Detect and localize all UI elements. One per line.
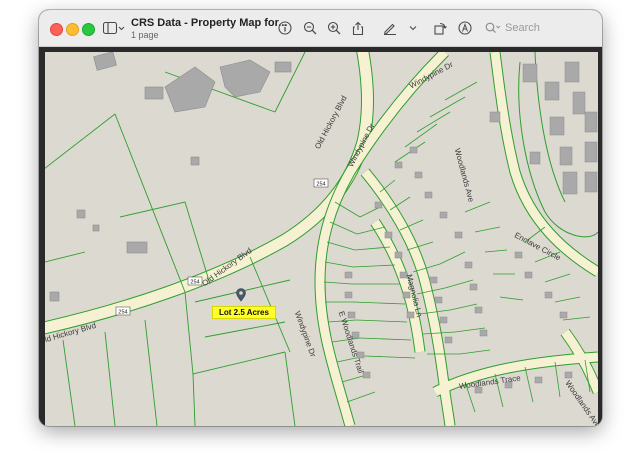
zoom-out-icon <box>303 21 317 35</box>
zoom-in-button[interactable] <box>326 19 342 37</box>
preview-window: CRS Data - Property Map for... 1 page Se… <box>39 10 602 426</box>
info-icon <box>278 21 292 35</box>
share-button[interactable] <box>350 19 366 37</box>
document-area[interactable]: 254 254 254 Old Hickory Blvd Old Hickory… <box>39 47 602 426</box>
search-field[interactable]: Search <box>485 19 595 37</box>
zoom-window-button[interactable] <box>82 23 95 36</box>
property-map[interactable]: 254 254 254 Old Hickory Blvd Old Hickory… <box>45 52 598 426</box>
rotate-icon <box>434 22 447 35</box>
route-shield-2: 254 <box>190 280 199 286</box>
annotate-button[interactable] <box>457 19 473 37</box>
sidebar-toggle-button[interactable] <box>101 19 127 37</box>
document-page-count: 1 page <box>131 30 159 40</box>
lot-highlight-label: Lot 2.5 Acres <box>212 306 276 319</box>
close-window-button[interactable] <box>50 23 63 36</box>
markup-circle-icon <box>458 21 472 35</box>
sidebar-icon <box>103 21 125 35</box>
document-title: CRS Data - Property Map for... <box>131 17 288 29</box>
markup-menu-button[interactable] <box>407 19 419 37</box>
pen-icon <box>384 23 396 35</box>
rotate-button[interactable] <box>432 19 448 37</box>
search-icon <box>485 22 501 33</box>
zoom-out-button[interactable] <box>302 19 318 37</box>
search-placeholder: Search <box>505 22 540 34</box>
share-icon <box>352 21 364 35</box>
markup-button[interactable] <box>382 19 398 37</box>
minimize-window-button[interactable] <box>66 23 79 36</box>
chevron-down-icon <box>409 26 417 31</box>
zoom-in-icon <box>327 21 341 35</box>
route-shield-3: 254 <box>118 310 127 316</box>
location-pin-icon[interactable] <box>236 288 246 302</box>
info-button[interactable] <box>277 19 293 37</box>
title-bar: CRS Data - Property Map for... 1 page Se… <box>39 10 602 47</box>
route-shield-1: 254 <box>316 182 325 188</box>
